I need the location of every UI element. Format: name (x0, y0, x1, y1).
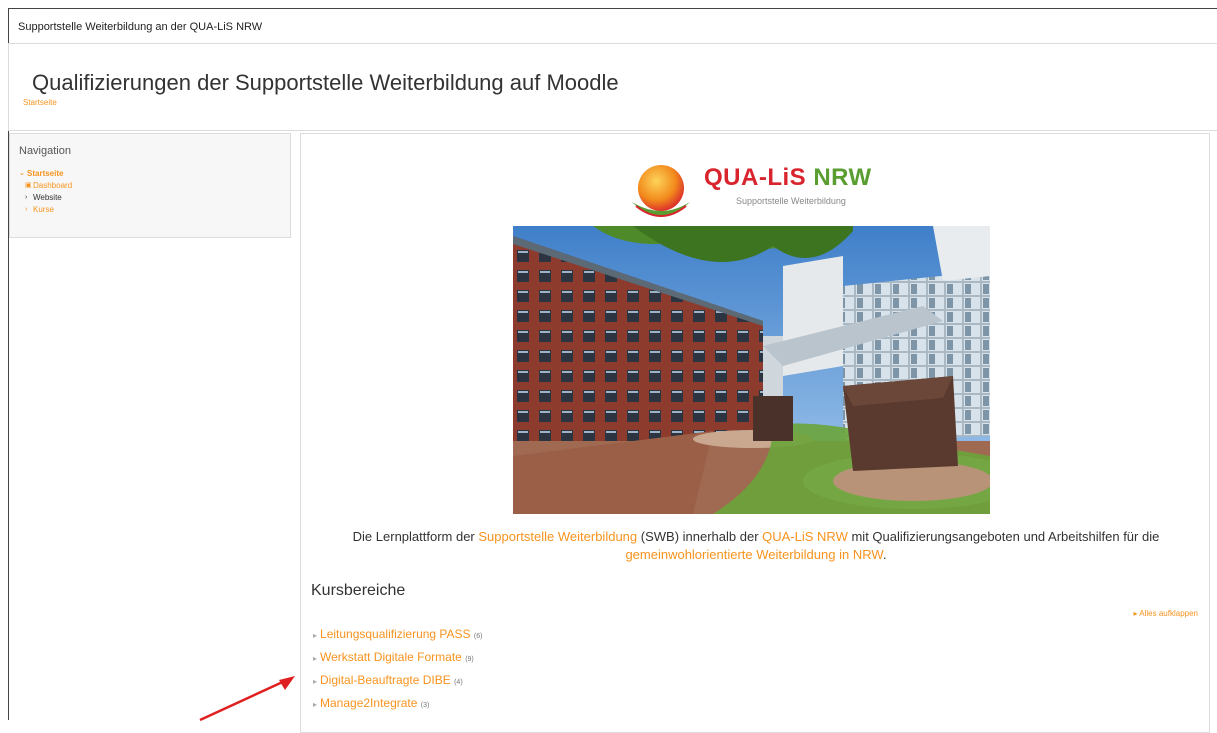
nav-item-dashboard[interactable]: ▣ Dashboard (19, 180, 72, 192)
chevron-right-icon: › (25, 206, 28, 213)
annotation-arrow-icon (199, 676, 295, 722)
navigation-block: Navigation ⌄ Startseite ▣ Dashboard › We… (9, 133, 291, 238)
qualis-logo: QUA-LiS NRW Supportstelle Weiterbildung (626, 158, 896, 228)
navigation-title: Navigation (19, 145, 71, 157)
breadcrumb: Startseite (23, 98, 57, 107)
logo-wordmark: QUA-LiS NRW (704, 164, 872, 191)
intro-text: Die Lernplattform der Supportstelle Weit… (352, 529, 1160, 562)
course-category-list: ▸ Leitungsqualifizierung PASS (6) ▸ Werkst… (313, 624, 482, 716)
expand-all-link[interactable]: ▸ Alles aufklappen (1133, 609, 1198, 618)
triangle-right-icon: ▸ (313, 631, 318, 640)
category-item-pass[interactable]: ▸ Leitungsqualifizierung PASS (6) (313, 624, 482, 647)
nav-item-label: Website (33, 193, 62, 202)
nav-item-label: Dashboard (33, 181, 73, 190)
chevron-down-icon: ⌄ (19, 170, 25, 177)
link-supportstelle-weiterbildung[interactable]: Supportstelle Weiterbildung (478, 529, 637, 544)
page-header: Qualifizierungen der Supportstelle Weite… (8, 43, 1217, 131)
link-weiterbildung-nrw[interactable]: gemeinwohlorientierte Weiterbildung in N… (625, 547, 882, 562)
navigation-tree: ⌄ Startseite ▣ Dashboard › Website › Kur… (19, 168, 72, 216)
nav-item-startseite[interactable]: ⌄ Startseite (19, 168, 72, 180)
category-item-dibe[interactable]: ▸ Digital-Beauftragte DIBE (4) (313, 670, 482, 693)
dashboard-icon: ▣ (25, 182, 32, 189)
nav-item-label: Kurse (33, 205, 54, 214)
logo-circle-icon (632, 165, 690, 217)
course-categories-heading: Kursbereiche (311, 582, 406, 599)
campus-photo (513, 226, 990, 514)
site-name[interactable]: Supportstelle Weiterbildung an der QUA-L… (9, 9, 1217, 45)
link-qualis-nrw[interactable]: QUA-LiS NRW (762, 529, 848, 544)
triangle-right-icon: ▸ (313, 654, 318, 663)
triangle-right-icon: ▸ (313, 700, 318, 709)
category-item-digitale-formate[interactable]: ▸ Werkstatt Digitale Formate (9) (313, 647, 482, 670)
triangle-right-icon: ▸ (313, 677, 318, 686)
page-title: Qualifizierungen der Supportstelle Weite… (32, 70, 619, 95)
breadcrumb-item-startseite[interactable]: Startseite (23, 98, 57, 107)
logo-subtitle: Supportstelle Weiterbildung (736, 196, 846, 206)
main-content: QUA-LiS NRW Supportstelle Weiterbildung (300, 133, 1210, 733)
nav-item-label: Startseite (27, 169, 64, 178)
chevron-right-icon: › (25, 194, 28, 201)
category-item-manage2integrate[interactable]: ▸ Manage2Integrate (3) (313, 693, 482, 716)
nav-item-kurse[interactable]: › Kurse (19, 204, 72, 216)
nav-item-website[interactable]: › Website (19, 192, 72, 204)
